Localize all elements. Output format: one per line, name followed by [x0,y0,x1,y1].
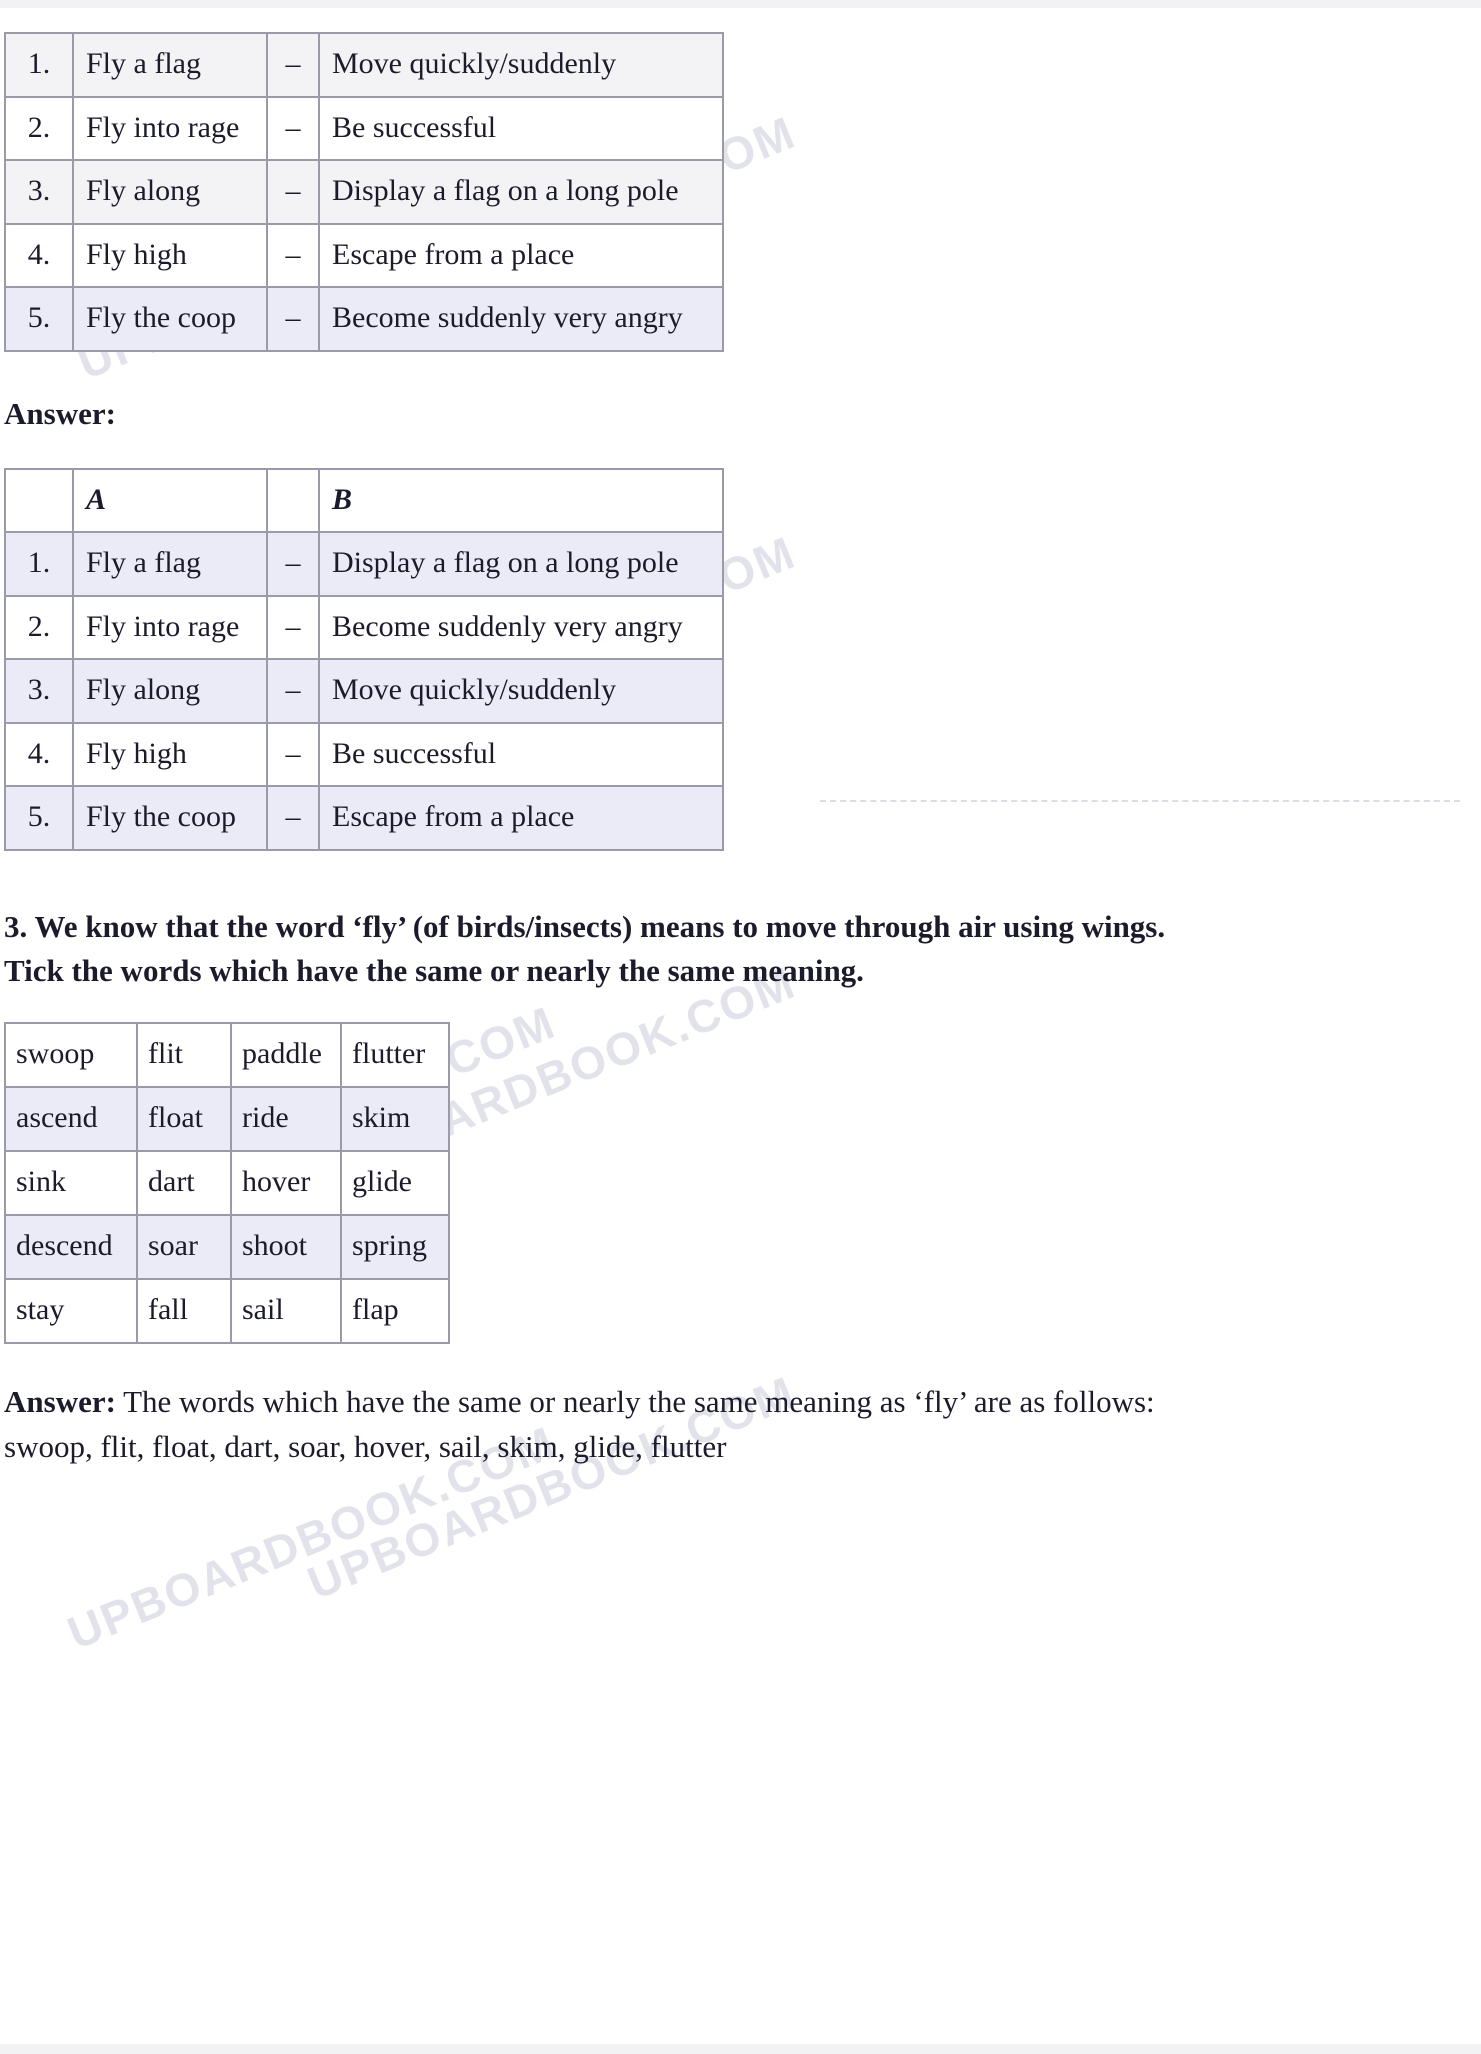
word-grid-row: sink dart hover glide [4,1150,450,1217]
row-number-cell: 4. [4,721,74,787]
column-b-cell: Move quickly/suddenly [318,32,724,98]
column-b-cell: Be successful [318,95,724,161]
table-row: 3. Fly along – Display a flag on a long pol… [4,159,724,225]
question-3-line2: Tick the words which have the same or ne… [4,953,864,989]
word-grid-cell[interactable]: ride [230,1086,342,1153]
row-number-cell: 2. [4,594,74,660]
document-page: UPBOARDBOOK.COM UPBOARDBOOK.COM UPBOARDBOO… [0,0,1481,2054]
column-a-cell: Fly along [72,159,268,225]
page-content: 1. Fly a flag – Move quickly/suddenly 2. Fly … [4,32,1464,1470]
word-grid-cell[interactable]: flit [136,1022,232,1089]
table-row: 4. Fly high – Be successful [4,721,724,787]
row-number-cell: 1. [4,531,74,597]
word-grid-cell[interactable]: hover [230,1150,342,1217]
word-grid-cell[interactable]: skim [340,1086,450,1153]
answer-3-text: The words which have the same or nearly … [115,1384,1155,1420]
dash-cell: – [266,594,320,660]
word-grid-cell[interactable]: descend [4,1214,138,1281]
word-grid-row: stay fall sail flap [4,1278,450,1345]
page-top-edge [0,0,1481,8]
word-grid-cell[interactable]: sink [4,1150,138,1217]
word-grid-cell[interactable]: float [136,1086,232,1153]
word-grid-cell[interactable]: paddle [230,1022,342,1089]
word-grid-cell[interactable]: flutter [340,1022,450,1089]
word-grid-cell[interactable]: spring [340,1214,450,1281]
table-row: 3. Fly along – Move quickly/suddenly [4,658,724,724]
column-b-header-cell: B [318,467,724,533]
table-row: 2. Fly into rage – Become suddenly very ang… [4,594,724,660]
row-number-cell: 2. [4,95,74,161]
column-b-cell: Be successful [318,721,724,787]
word-grid-cell[interactable]: swoop [4,1022,138,1089]
word-grid-cell[interactable]: fall [136,1278,232,1345]
match-the-following-answer-table: A B 1. Fly a flag – Display a flag on a long … [4,467,724,851]
table-row: 2. Fly into rage – Be successful [4,95,724,161]
word-grid-row: ascend float ride skim [4,1086,450,1153]
column-a-cell: Fly a flag [72,32,268,98]
word-grid-row: descend soar shoot spring [4,1214,450,1281]
word-grid-cell[interactable]: shoot [230,1214,342,1281]
answer-3-paragraph: Answer: The words which have the same or… [4,1380,1184,1470]
word-grid-cell[interactable]: soar [136,1214,232,1281]
word-grid-cell[interactable]: stay [4,1278,138,1345]
word-grid-cell[interactable]: glide [340,1150,450,1217]
word-grid-cell[interactable]: ascend [4,1086,138,1153]
dash-cell: – [266,222,320,288]
dash-cell: – [266,785,320,851]
column-b-cell: Display a flag on a long pole [318,531,724,597]
answer-label-2: Answer: [4,1384,116,1420]
dash-cell: – [266,658,320,724]
column-a-cell: Fly a flag [72,531,268,597]
answer-label-1: Answer: [4,395,116,431]
row-number-cell: 5. [4,785,74,851]
answer-3-line2: swoop, flit, float, dart, soar, hover, s… [4,1429,727,1465]
match-the-following-question-table: 1. Fly a flag – Move quickly/suddenly 2. Fly … [4,32,724,352]
column-b-cell: Escape from a place [318,785,724,851]
row-number-cell: 5. [4,286,74,352]
column-b-cell: Become suddenly very angry [318,594,724,660]
column-b-cell: Move quickly/suddenly [318,658,724,724]
page-bottom-edge [0,2044,1481,2054]
dash-cell: – [266,95,320,161]
word-grid-row: swoop flit paddle flutter [4,1022,450,1089]
table-row: 1. Fly a flag – Display a flag on a long po… [4,531,724,597]
column-a-cell: Fly high [72,222,268,288]
column-a-header-cell: A [72,467,268,533]
word-grid-cell[interactable]: sail [230,1278,342,1345]
table-row: 5. Fly the coop – Become suddenly very angr… [4,286,724,352]
dash-cell: – [266,159,320,225]
column-b-cell: Become suddenly very angry [318,286,724,352]
column-a-cell: Fly into rage [72,594,268,660]
column-a-cell: Fly into rage [72,95,268,161]
column-a-cell: Fly the coop [72,785,268,851]
table-row: 5. Fly the coop – Escape from a place [4,785,724,851]
word-grid-cell[interactable]: dart [136,1150,232,1217]
dash-cell [266,467,320,533]
table-row: 1. Fly a flag – Move quickly/suddenly [4,32,724,98]
row-number-cell: 3. [4,658,74,724]
column-a-cell: Fly the coop [72,286,268,352]
column-b-cell: Display a flag on a long pole [318,159,724,225]
column-b-cell: Escape from a place [318,222,724,288]
column-a-cell: Fly high [72,721,268,787]
dotted-separator [820,800,1460,802]
dash-cell: – [266,32,320,98]
row-number-cell: 4. [4,222,74,288]
dash-cell: – [266,721,320,787]
table-header-row: AB [4,467,724,533]
row-number-cell: 1. [4,32,74,98]
word-grid-cell[interactable]: flap [340,1278,450,1345]
question-3-line1: 3. We know that the word ‘fly’ (of birds… [4,908,1166,944]
dash-cell: – [266,286,320,352]
question-3-heading: 3. We know that the word ‘fly’ (of birds… [4,905,1184,995]
synonym-word-grid: swoop flit paddle flutter ascend float ride ski… [4,1022,450,1345]
row-number-cell [4,467,74,533]
dash-cell: – [266,531,320,597]
row-number-cell: 3. [4,159,74,225]
column-a-cell: Fly along [72,658,268,724]
table-row: 4. Fly high – Escape from a place [4,222,724,288]
